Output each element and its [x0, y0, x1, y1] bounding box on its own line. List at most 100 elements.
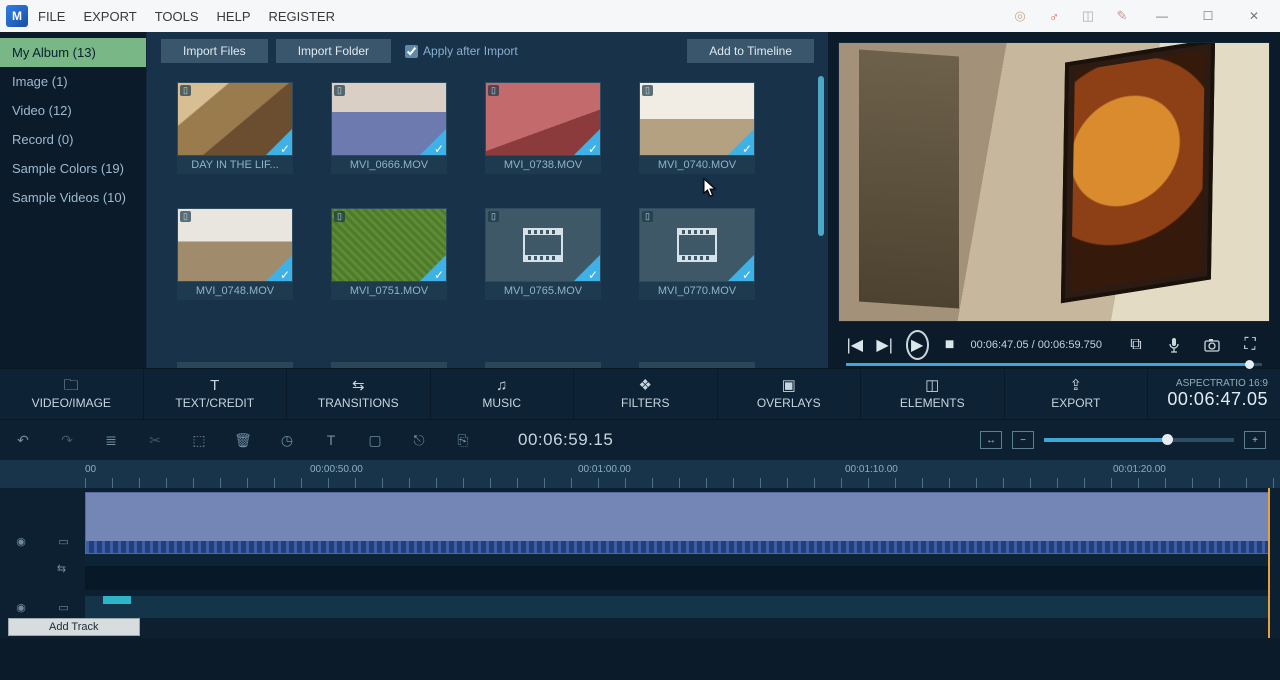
sidebar-item-image[interactable]: Image (1)	[0, 67, 146, 96]
tab-transitions[interactable]: ⇆TRANSITIONS	[287, 369, 431, 419]
tab-filters[interactable]: ❖FILTERS	[574, 369, 718, 419]
tab-export[interactable]: ⇪EXPORT	[1005, 369, 1149, 419]
detach-icon[interactable]: ⎋	[410, 432, 428, 449]
stop-button[interactable]: ■	[941, 333, 959, 357]
video-track-lane[interactable]	[85, 492, 1270, 554]
male-symbol-icon[interactable]: ♂	[1046, 8, 1062, 24]
playhead[interactable]	[1268, 488, 1270, 638]
next-frame-button[interactable]: ▶|	[876, 333, 894, 357]
badge-icon[interactable]: ◎	[1012, 8, 1028, 24]
transition-track-icon[interactable]: ⇆	[57, 562, 66, 575]
import-files-button[interactable]: Import Files	[161, 39, 268, 63]
apply-after-import-check[interactable]: Apply after Import	[405, 44, 518, 58]
video-track-icon[interactable]: ▭	[58, 535, 68, 548]
fit-zoom-button[interactable]: ↔	[980, 431, 1002, 449]
export-icon: ⇪	[1069, 378, 1082, 393]
zoom-slider[interactable]	[1044, 438, 1234, 442]
tab-music[interactable]: ♫MUSIC	[431, 369, 575, 419]
media-thumb-label: MVI_0666.MOV	[331, 156, 447, 174]
cut-icon[interactable]: ✂	[146, 432, 164, 449]
empty-track-lane[interactable]	[85, 566, 1270, 590]
tab-video-image[interactable]: 🗀VIDEO/IMAGE	[0, 369, 144, 419]
redo-button[interactable]: ↷	[58, 432, 76, 449]
delete-icon[interactable]: 🗑	[234, 432, 252, 449]
tab-overlays[interactable]: ▣OVERLAYS	[718, 369, 862, 419]
menu-file[interactable]: FILE	[38, 9, 65, 24]
ruler-mark: 00	[85, 464, 96, 475]
media-thumb[interactable]: ▯MVI_0740.MOV	[639, 82, 755, 174]
media-thumb-label: DAY IN THE LIF...	[177, 156, 293, 174]
sidebar-item-sample-colors[interactable]: Sample Colors (19)	[0, 154, 146, 183]
add-track-button[interactable]: Add Track	[8, 618, 140, 636]
menu-export[interactable]: EXPORT	[83, 9, 136, 24]
window-close[interactable]: ✕	[1240, 9, 1268, 23]
snapshot-crop-icon[interactable]: ⧉	[1124, 333, 1148, 357]
media-thumb-label: MVI_0765.MOV	[485, 282, 601, 300]
selected-check-icon	[420, 129, 446, 155]
menu-tools[interactable]: TOOLS	[155, 9, 199, 24]
tab-elements[interactable]: ◫ELEMENTS	[861, 369, 1005, 419]
ruler-mark: 00:01:10.00	[845, 464, 898, 475]
preview-screen[interactable]	[838, 42, 1270, 322]
filter-icon: ❖	[639, 378, 652, 393]
media-toolbar: Import Files Import Folder Apply after I…	[147, 32, 828, 70]
aux-track-icon[interactable]: ▭	[58, 601, 68, 614]
aspect-ratio-display: ASPECTRATIO 16:9 00:06:47.05	[1148, 369, 1280, 419]
selected-check-icon	[420, 255, 446, 281]
play-button[interactable]: ▶	[906, 330, 929, 360]
preview-controls: |◀ ▶| ▶ ■ 00:06:47.05 / 00:06:59.750 ⧉ ⛶	[838, 322, 1270, 368]
edit-note-icon[interactable]: ✎	[1114, 8, 1130, 24]
sidebar-item-video[interactable]: Video (12)	[0, 96, 146, 125]
media-thumb-label: MVI_0748.MOV	[177, 282, 293, 300]
camera-icon[interactable]	[1200, 333, 1224, 357]
video-clip[interactable]	[85, 492, 1270, 554]
aux-track-lane[interactable]	[85, 596, 1270, 618]
fullscreen-icon[interactable]: ⛶	[1238, 333, 1262, 357]
track-visibility-toggle[interactable]: ◉	[16, 535, 26, 548]
media-thumb-label: MVI_0740.MOV	[639, 156, 755, 174]
media-thumb[interactable]: ▯MVI_0751.MOV	[331, 208, 447, 300]
timeline-ruler[interactable]: 0000:00:50.0000:01:00.0000:01:10.0000:01…	[0, 460, 1280, 488]
preview-panel: |◀ ▶| ▶ ■ 00:06:47.05 / 00:06:59.750 ⧉ ⛶	[828, 32, 1280, 368]
menu-help[interactable]: HELP	[217, 9, 251, 24]
media-thumb[interactable]: ▯MVI_0666.MOV	[331, 82, 447, 174]
zoom-in-button[interactable]: +	[1244, 431, 1266, 449]
media-thumb[interactable]: ▯MVI_0738.MOV	[485, 82, 601, 174]
sidebar-item-record[interactable]: Record (0)	[0, 125, 146, 154]
sidebar-item-sample-videos[interactable]: Sample Videos (10)	[0, 183, 146, 212]
undo-button[interactable]: ↶	[14, 432, 32, 449]
sidebar-item-my-album[interactable]: My Album (13)	[0, 38, 146, 67]
list-icon[interactable]: ≣	[102, 432, 120, 449]
media-thumb[interactable]: ▯MVI_0748.MOV	[177, 208, 293, 300]
aux-visibility-toggle[interactable]: ◉	[16, 601, 26, 614]
transition-track-lane[interactable]	[85, 554, 1270, 566]
crop-tool-icon[interactable]: ▢	[366, 432, 384, 449]
marker-icon[interactable]: ⬚	[190, 432, 208, 449]
media-thumb-label: MVI_0751.MOV	[331, 282, 447, 300]
timeline-toolstrip: ↶ ↷ ≣ ✂ ⬚ 🗑 ◷ T ▢ ⎋ ⎘ 00:06:59.15 ↔ − +	[0, 420, 1280, 460]
selected-check-icon	[266, 255, 292, 281]
media-thumb-label: MVI_0738.MOV	[485, 156, 601, 174]
microphone-icon[interactable]	[1162, 333, 1186, 357]
menu-register[interactable]: REGISTER	[269, 9, 335, 24]
tab-text-credit[interactable]: TTEXT/CREDIT	[144, 369, 288, 419]
text-icon: T	[210, 378, 219, 393]
add-to-timeline-button[interactable]: Add to Timeline	[687, 39, 814, 63]
media-thumb[interactable]: ▯MVI_0765.MOV	[485, 208, 601, 300]
apply-after-checkbox[interactable]	[405, 45, 418, 58]
prev-frame-button[interactable]: |◀	[846, 333, 864, 357]
layout-icon[interactable]: ◫	[1080, 8, 1096, 24]
clock-icon[interactable]: ◷	[278, 432, 296, 449]
clip-badge: ▯	[642, 211, 653, 222]
import-folder-button[interactable]: Import Folder	[276, 39, 391, 63]
window-minimize[interactable]: —	[1148, 9, 1176, 23]
zoom-out-button[interactable]: −	[1012, 431, 1034, 449]
music-icon: ♫	[496, 378, 507, 393]
media-scrollbar[interactable]	[818, 76, 824, 236]
preview-seekbar[interactable]	[846, 363, 1262, 366]
media-thumb[interactable]: ▯DAY IN THE LIF...	[177, 82, 293, 174]
link-icon[interactable]: ⎘	[454, 432, 472, 449]
window-maximize[interactable]: ☐	[1194, 9, 1222, 23]
text-tool-icon[interactable]: T	[322, 432, 340, 448]
media-thumb[interactable]: ▯MVI_0770.MOV	[639, 208, 755, 300]
